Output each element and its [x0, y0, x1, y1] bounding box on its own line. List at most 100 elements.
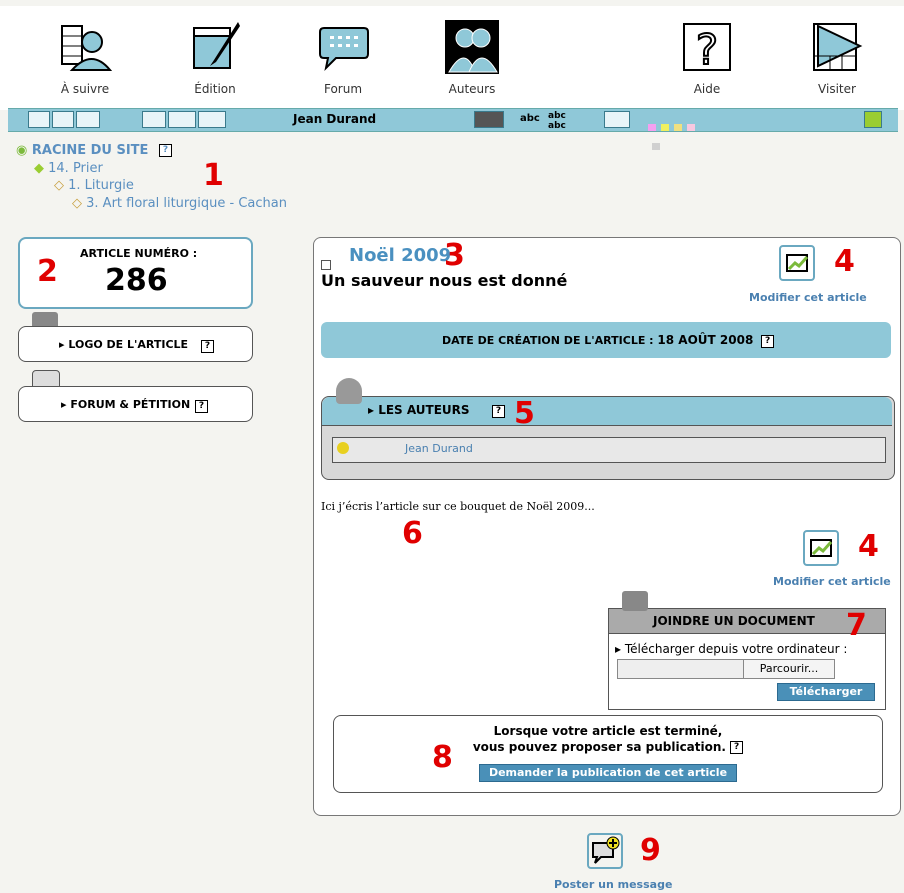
breadcrumb-level1-label: 14. Prier [48, 161, 103, 176]
logout-icon[interactable] [864, 111, 882, 128]
author-icon [337, 442, 349, 454]
eye-icon[interactable] [198, 111, 226, 128]
pen-icon [193, 22, 240, 69]
breadcrumb-level1[interactable]: ◆ 14. Prier [34, 161, 103, 176]
publish-line2: vous pouvez proposer sa publication. ? [334, 740, 882, 754]
breadcrumb-level2[interactable]: ◇ 1. Liturgie [54, 178, 134, 193]
publish-line1: Lorsque votre article est terminé, [493, 724, 723, 738]
article-surtitle: Noël 2009 [349, 245, 452, 266]
help-icon[interactable]: ? [158, 144, 172, 157]
search-icon[interactable] [76, 111, 100, 128]
annotation-number: 2 [37, 254, 58, 289]
edit-icon [810, 539, 833, 557]
article-title: Un sauveur nous est donné [321, 271, 568, 290]
modify-article-link[interactable]: Modifier cet article [749, 291, 867, 304]
attach-document-header: JOINDRE UN DOCUMENT [609, 609, 885, 634]
top-navigation: À suivre Édition Forum Auteurs ? Aide Vi… [0, 0, 904, 110]
current-user[interactable]: Jean Durand [293, 112, 376, 126]
cursor-icon[interactable] [52, 111, 74, 128]
article-number-heading: ARTICLE NUMÉRO : [80, 247, 198, 260]
font-size-icon[interactable]: abc abc [548, 111, 588, 131]
help-icon[interactable]: ? [195, 400, 208, 413]
camera-icon [622, 591, 648, 611]
toolbar: Jean Durand abc abc abc [8, 108, 898, 150]
annotation-number: 7 [846, 608, 867, 643]
mail-icon[interactable] [168, 111, 196, 128]
author-name[interactable]: Jean Durand [405, 442, 473, 455]
nav-auteurs[interactable]: Auteurs [417, 20, 527, 96]
article-panel: Noël 2009 3 Un sauveur nous est donné 4 … [313, 237, 901, 816]
modify-article-link[interactable]: Modifier cet article [773, 575, 891, 588]
post-message-link[interactable]: Poster un message [554, 878, 672, 891]
subsection-icon: ◇ [72, 196, 82, 211]
annotation-number: 5 [514, 396, 535, 431]
creation-date-bar: DATE DE CRÉATION DE L'ARTICLE : 18 AOÛT … [321, 322, 891, 358]
visit-site-icon [813, 23, 863, 71]
breadcrumb-level3-label: 3. Art floral liturgique - Cachan [86, 196, 287, 211]
speech-bubble-icon [319, 27, 369, 72]
user-settings-icon[interactable] [474, 111, 504, 128]
breadcrumb-root[interactable]: ◉ RACINE DU SITE ? [16, 143, 172, 158]
svg-text:?: ? [696, 25, 718, 74]
authors-header[interactable]: ▸ LES AUTEURS ? [322, 397, 892, 426]
authors-icon [445, 20, 499, 74]
site-root-icon: ◉ [16, 143, 28, 158]
help-icon[interactable]: ? [761, 334, 775, 348]
nav-edition[interactable]: Édition [160, 20, 270, 96]
authors-box: ▸ LES AUTEURS ? Jean Durand [321, 396, 895, 480]
help-icon[interactable]: ? [201, 340, 214, 353]
help-icon[interactable]: ? [492, 405, 505, 418]
annotation-number: 4 [858, 529, 879, 564]
edit-article-button[interactable] [779, 245, 815, 281]
breadcrumb-root-label: RACINE DU SITE [31, 143, 149, 158]
subsection-icon: ◇ [54, 178, 64, 193]
follow-icon [61, 25, 112, 71]
breadcrumb-level3[interactable]: ◇ 3. Art floral liturgique - Cachan [72, 196, 287, 211]
nav-a-suivre[interactable]: À suivre [30, 20, 140, 96]
file-path-input[interactable] [617, 659, 745, 679]
display-icon[interactable] [604, 111, 630, 128]
logo-panel[interactable]: ▸ LOGO DE L'ARTICLE ? [18, 326, 253, 362]
color-swatches[interactable] [648, 116, 708, 150]
publish-box: Lorsque votre article est terminé, vous … [333, 715, 883, 793]
browse-button[interactable]: Parcourir... [743, 659, 835, 679]
upload-button[interactable]: Télécharger [777, 683, 875, 701]
nav-visiter[interactable]: Visiter [782, 20, 892, 96]
edit-icon [786, 254, 809, 272]
creation-date-label: DATE DE CRÉATION DE L'ARTICLE : [442, 334, 654, 347]
nav-label: Aide [693, 82, 721, 96]
help-icon[interactable]: ? [730, 741, 744, 754]
creation-date-value: 18 AOÛT 2008 [657, 333, 754, 347]
nav-forum[interactable]: Forum [288, 20, 398, 96]
upload-from-computer: ▸ Télécharger depuis votre ordinateur : [615, 642, 848, 656]
annotation-number: 8 [432, 740, 453, 775]
attach-document-box: JOINDRE UN DOCUMENT ▸ Télécharger depuis… [608, 608, 886, 710]
nav-label: Édition [194, 82, 236, 96]
authors-heading: ▸ LES AUTEURS [368, 403, 470, 417]
status-icon [321, 260, 331, 270]
nav-label: À suivre [60, 82, 110, 96]
new-message-icon [592, 836, 620, 864]
author-avatar-icon [336, 378, 362, 404]
annotation-number: 9 [640, 833, 661, 868]
forum-panel[interactable]: ▸ FORUM & PÉTITION ? [18, 386, 253, 422]
forum-panel-title: ▸ FORUM & PÉTITION [61, 398, 191, 411]
breadcrumb-level2-label: 1. Liturgie [68, 178, 134, 193]
creation-date: DATE DE CRÉATION DE L'ARTICLE : 18 AOÛT … [442, 333, 775, 348]
post-message-button[interactable] [587, 833, 623, 869]
annotation-number: 4 [834, 244, 855, 279]
calendar-icon[interactable] [142, 111, 166, 128]
logo-panel-title: ▸ LOGO DE L'ARTICLE [59, 338, 189, 351]
nav-aide[interactable]: ? Aide [652, 20, 762, 96]
annotation-number: 1 [203, 158, 224, 193]
globe-icon[interactable] [28, 111, 50, 128]
help-icon: ? [683, 23, 731, 74]
nav-label: Visiter [818, 82, 856, 96]
article-number: 286 [105, 263, 168, 298]
spellcheck-label[interactable]: abc [520, 113, 540, 124]
edit-article-button[interactable] [803, 530, 839, 566]
nav-label: Forum [323, 82, 363, 96]
author-row[interactable]: Jean Durand [332, 437, 886, 463]
request-publication-button[interactable]: Demander la publication de cet article [479, 764, 737, 782]
nav-label: Auteurs [448, 82, 496, 96]
